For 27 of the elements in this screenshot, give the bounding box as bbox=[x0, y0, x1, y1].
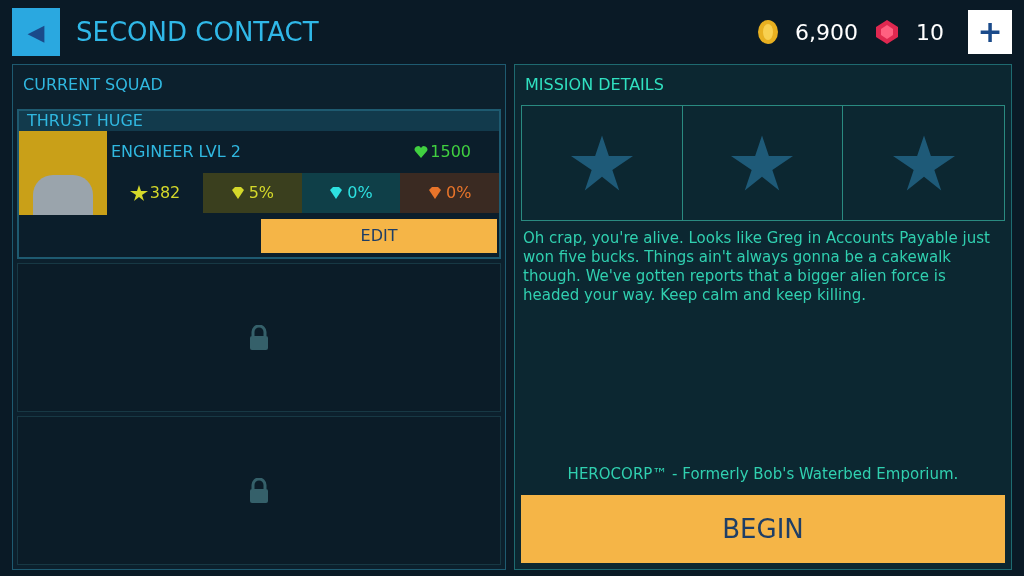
gem-icon bbox=[874, 19, 900, 45]
star-icon bbox=[731, 134, 794, 192]
back-button[interactable]: ◀ bbox=[12, 8, 60, 56]
star-icon bbox=[129, 185, 148, 201]
coin-icon bbox=[757, 19, 779, 45]
company-tagline: HEROCORP™ - Formerly Bob's Waterbed Emporium. bbox=[566, 463, 960, 485]
squad-title: CURRENT SQUAD bbox=[22, 74, 164, 96]
begin-button[interactable]: BEGIN bbox=[521, 495, 1005, 563]
gem-count: 10 bbox=[916, 18, 944, 47]
star-icon bbox=[570, 134, 633, 192]
lock-icon bbox=[248, 477, 270, 504]
resistance-stat: 0% bbox=[400, 173, 499, 213]
mission-title: MISSION DETAILS bbox=[524, 74, 665, 96]
power-value: 382 bbox=[149, 182, 181, 204]
edit-button[interactable]: EDIT bbox=[261, 219, 497, 253]
screen-title: SECOND CONTACT bbox=[76, 15, 320, 49]
star-icon bbox=[892, 134, 955, 192]
add-currency-button[interactable]: + bbox=[968, 10, 1012, 54]
mission-description: Oh crap, you're alive. Looks like Greg in Accounts Payable just won five bucks. Things ain't always gonna be a cakewalk though. We've gotten reports that a bigger alien force is headed your way. Keep calm and keep killing. bbox=[522, 229, 991, 305]
health-value: 1500 bbox=[430, 141, 471, 163]
hero-name: THRUST HUGE bbox=[19, 111, 499, 131]
resistance-stat: 5% bbox=[203, 173, 302, 213]
lock-icon bbox=[248, 324, 270, 351]
coin-count: 6,900 bbox=[795, 18, 858, 47]
resistance-stat: 0% bbox=[301, 173, 401, 213]
hero-class-level: ENGINEER LVL 2 bbox=[111, 141, 241, 163]
heart-icon bbox=[414, 146, 429, 158]
